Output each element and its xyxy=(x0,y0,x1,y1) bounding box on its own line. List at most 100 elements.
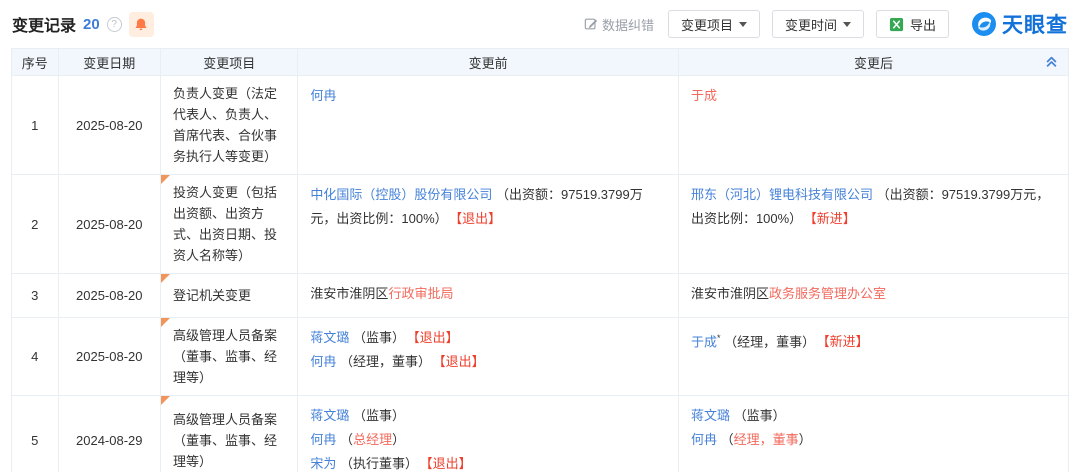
change-entry-line: 蒋文璐 （监事） xyxy=(310,404,666,428)
plain-text: 淮安市淮阴区 xyxy=(690,286,769,301)
row-index: 1 xyxy=(11,75,59,175)
change-before-cell: 何冉 xyxy=(297,75,679,175)
table-row: 4 2025-08-20 高级管理人员备案（董事、监事、经理等） 蒋文璐 （监事） 【退… xyxy=(11,317,1070,396)
change-entry-line: 蒋文璐 （监事） xyxy=(691,404,1056,428)
row-index: 2 xyxy=(11,174,59,274)
change-after-cell: 淮安市淮阴区政务服务管理办公室 xyxy=(677,273,1070,318)
export-button[interactable]: 导出 xyxy=(875,10,949,38)
row-index: 4 xyxy=(11,317,59,396)
table-body: 1 2025-08-20 负责人变更（法定代表人、负责人、首席代表、合伙事务执行人等… xyxy=(11,75,1070,472)
entity-link[interactable]: 何冉 xyxy=(310,432,336,447)
plain-text: （监事） xyxy=(349,408,406,423)
help-icon[interactable]: ? xyxy=(106,16,122,32)
change-date: 2025-08-20 xyxy=(57,317,162,396)
filter-change-time-dropdown[interactable]: 变更时间 xyxy=(771,10,864,38)
entity-link[interactable]: 宋为 xyxy=(310,456,336,471)
page-title: 变更记录 xyxy=(12,18,77,35)
change-item-label: 高级管理人员备案（董事、监事、经理等） xyxy=(173,328,278,385)
bell-icon xyxy=(135,18,147,30)
tianyancha-logo[interactable]: 天眼查 xyxy=(971,9,1068,39)
change-entry-line: 于成* （经理，董事） 【新进】 xyxy=(691,326,1056,354)
entity-link[interactable]: 中化国际（控股）股份有限公司 xyxy=(310,187,492,202)
corner-marker-icon xyxy=(161,175,171,184)
change-item-label: 负责人变更（法定代表人、负责人、首席代表、合伙事务执行人等变更） xyxy=(173,86,278,164)
change-item-label: 投资人变更（包括出资额、出资方式、出资日期、投资人名称等） xyxy=(173,185,278,263)
change-entry-line: 何冉 （经理，董事） xyxy=(691,428,1056,452)
change-record-table: 序号 变更日期 变更项目 变更前 变更后 1 2025-08-20 负责人变更（法定… xyxy=(11,48,1070,472)
entity-link[interactable]: 蒋文璐 xyxy=(310,330,349,345)
plain-text: （执行董事） xyxy=(336,456,419,471)
plain-text: （监事） xyxy=(729,408,786,423)
filter-change-item-dropdown[interactable]: 变更项目 xyxy=(667,10,760,38)
collapse-section-icon[interactable] xyxy=(1045,55,1058,69)
tianyancha-logo-text: 天眼查 xyxy=(1002,14,1068,37)
plain-text: ） xyxy=(798,432,812,447)
col-header-item: 变更项目 xyxy=(160,48,299,76)
entity-link[interactable]: 蒋文璐 xyxy=(310,408,349,423)
change-item: 高级管理人员备案（董事、监事、经理等） xyxy=(160,395,299,472)
change-before-cell: 蒋文璐 （监事） 何冉 （总经理） 宋为 （执行董事） 【退出】 xyxy=(297,395,679,472)
change-item: 高级管理人员备案（董事、监事、经理等） xyxy=(160,317,299,396)
entity-link[interactable]: 何冉 xyxy=(310,88,336,103)
row-index: 3 xyxy=(11,273,59,318)
entity-link[interactable]: 蒋文璐 xyxy=(691,408,730,423)
change-before-cell: 蒋文璐 （监事） 【退出】 何冉 （经理，董事） 【退出】 xyxy=(297,317,679,396)
filter-change-item-label: 变更项目 xyxy=(680,17,733,33)
change-entry-line: 何冉 （经理，董事） 【退出】 xyxy=(310,350,666,374)
col-header-after-label: 变更后 xyxy=(853,55,893,71)
change-tag: 【新进】 xyxy=(810,211,856,226)
entity-link[interactable]: 邢东（河北）锂电科技有限公司 xyxy=(691,187,873,202)
changed-text: 政务服务管理办公室 xyxy=(768,286,886,301)
corner-marker-icon xyxy=(161,396,171,405)
change-before-cell: 淮安市淮阴区行政审批局 xyxy=(297,273,679,318)
table-row: 3 2025-08-20 登记机关变更 淮安市淮阴区行政审批局 淮安市淮阴区政务服务管理… xyxy=(11,273,1070,318)
section-header: 变更记录 20 ? 数据纠错 变更项目 变更时间 导出 天眼查 xyxy=(0,0,1080,48)
change-entry-line: 蒋文璐 （监事） 【退出】 xyxy=(310,326,666,350)
subscribe-button[interactable] xyxy=(128,11,154,37)
plain-text: ） xyxy=(392,432,406,447)
change-tag: 【退出】 xyxy=(455,211,502,226)
change-item: 投资人变更（包括出资额、出资方式、出资日期、投资人名称等） xyxy=(160,174,299,274)
table-row: 2 2025-08-20 投资人变更（包括出资额、出资方式、出资日期、投资人名称等）… xyxy=(11,174,1070,274)
record-count: 20 xyxy=(83,15,100,33)
change-entry-line: 淮安市淮阴区政务服务管理办公室 xyxy=(691,282,1056,306)
plain-text: （监事） xyxy=(349,330,406,345)
change-item-label: 登记机关变更 xyxy=(173,288,252,303)
change-entry-line: 中化国际（控股）股份有限公司 （出资额：97519.3799万元，出资比例：10… xyxy=(310,183,666,231)
change-date: 2025-08-20 xyxy=(57,273,162,318)
change-record-table-wrap: 序号 变更日期 变更项目 变更前 变更后 1 2025-08-20 负责人变更（法定… xyxy=(0,48,1080,472)
changed-text: 行政审批局 xyxy=(388,286,454,301)
change-tag: 【退出】 xyxy=(439,354,485,369)
data-correction-button[interactable]: 数据纠错 xyxy=(584,15,654,34)
corner-marker-icon xyxy=(161,274,171,283)
entity-link[interactable]: 何冉 xyxy=(691,432,717,447)
edit-correction-icon xyxy=(584,18,598,30)
filter-change-time-label: 变更时间 xyxy=(784,17,837,33)
entity-link[interactable]: 于成 xyxy=(691,334,717,349)
excel-export-icon xyxy=(889,17,904,31)
row-index: 5 xyxy=(11,395,59,472)
change-entry-line: 宋为 （执行董事） 【退出】 xyxy=(310,452,666,472)
change-tag: 【退出】 xyxy=(413,330,459,345)
chevron-down-icon xyxy=(738,21,747,27)
change-before-cell: 中化国际（控股）股份有限公司 （出资额：97519.3799万元，出资比例：10… xyxy=(297,174,679,274)
table-header-row: 序号 变更日期 变更项目 变更前 变更后 xyxy=(11,48,1070,76)
entity-link[interactable]: 何冉 xyxy=(310,354,336,369)
change-after-cell: 邢东（河北）锂电科技有限公司 （出资额：97519.3799万元，出资比例：10… xyxy=(677,174,1070,274)
change-after-cell: 于成* （经理，董事） 【新进】 xyxy=(677,317,1070,396)
col-header-date: 变更日期 xyxy=(57,48,162,76)
chevron-down-icon xyxy=(842,21,851,27)
change-date: 2024-08-29 xyxy=(57,395,162,472)
change-after-cell: 于成 xyxy=(677,75,1070,175)
col-header-after: 变更后 xyxy=(677,48,1070,76)
table-row: 1 2025-08-20 负责人变更（法定代表人、负责人、首席代表、合伙事务执行人等… xyxy=(11,75,1070,175)
data-correction-label: 数据纠错 xyxy=(601,17,654,33)
change-entry-line: 淮安市淮阴区行政审批局 xyxy=(310,282,666,306)
table-row: 5 2024-08-29 高级管理人员备案（董事、监事、经理等） 蒋文璐 （监事） 何冉… xyxy=(11,395,1070,472)
plain-text: （经理，董事） xyxy=(720,334,816,350)
change-date: 2025-08-20 xyxy=(57,174,162,274)
change-entry-line: 于成 xyxy=(691,84,1056,108)
changed-text: 于成 xyxy=(690,88,717,103)
changed-text: 经理，董事 xyxy=(733,432,799,447)
change-after-cell: 蒋文璐 （监事） 何冉 （经理，董事） xyxy=(677,395,1070,472)
